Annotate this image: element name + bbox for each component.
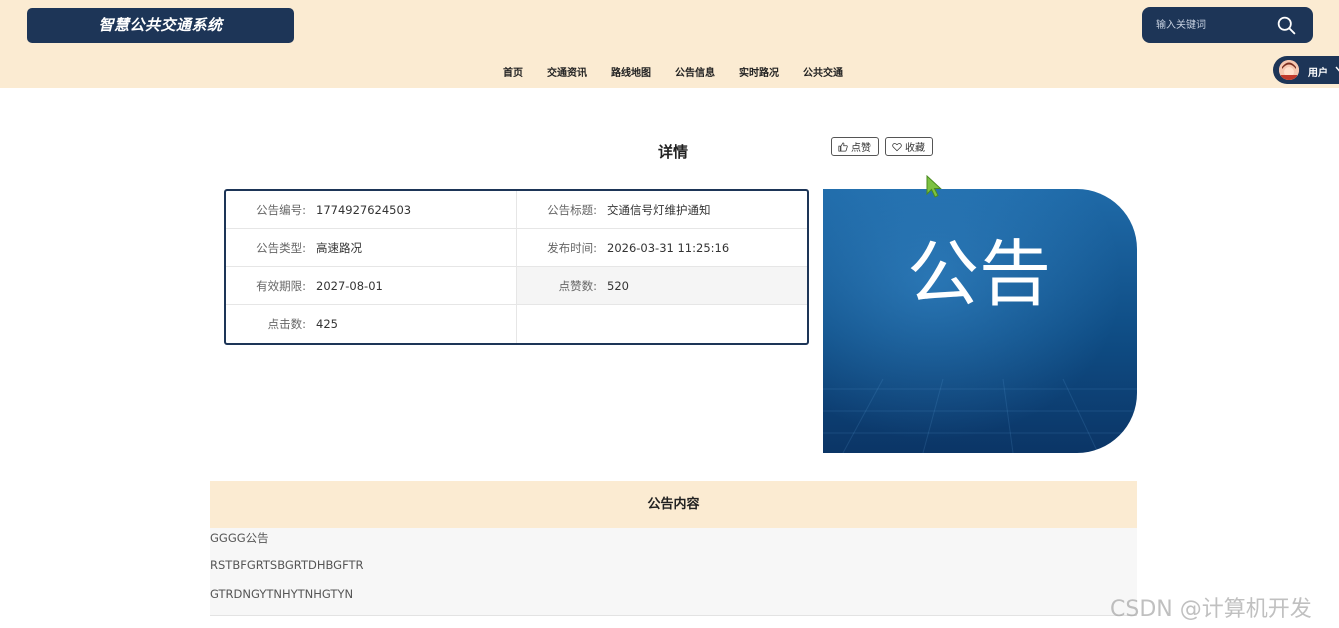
field-value: 2026-03-31 11:25:16 [607,240,730,255]
nav-item-live-traffic[interactable]: 实时路况 [727,64,791,80]
field-expire: 有效期限: 2027-08-01 [226,267,516,305]
field-value: 2027-08-01 [316,278,383,293]
field-label: 公告类型: [256,240,306,255]
favorite-label: 收藏 [905,143,925,154]
field-type: 公告类型: 高速路况 [226,229,516,267]
like-button[interactable]: 点赞 [831,137,879,156]
avatar [1279,60,1299,80]
field-value: 520 [607,278,629,293]
nav-item-notices[interactable]: 公告信息 [663,64,727,80]
nav-item-traffic-news[interactable]: 交通资讯 [535,64,599,80]
field-label: 公告标题: [547,202,597,217]
empty-cell [516,305,807,343]
notice-content: GGGG公告 RSTBFGRTSBGRTDHBGFTR GTRDNGYTNHYT… [210,528,1137,616]
content-line: RSTBFGRTSBGRTDHBGFTR [210,558,364,572]
field-label: 点击数: [267,317,306,331]
nav-item-home[interactable]: 首页 [491,64,535,80]
nav-item-route-map[interactable]: 路线地图 [599,64,663,80]
field-number: 公告编号: 1774927624503 [226,191,516,229]
image-caption: 公告 [907,232,1051,316]
content-line: GTRDNGYTNHYTNHGTYN [210,587,354,601]
field-label: 点赞数: [558,278,597,293]
field-publish-time: 发布时间: 2026-03-31 11:25:16 [516,229,807,267]
user-label: 用户 [1308,68,1328,79]
favorite-button[interactable]: 收藏 [885,137,933,156]
field-value: 1774927624503 [316,202,412,217]
field-label: 公告编号: [256,202,306,217]
field-value: 高速路况 [316,240,362,255]
notice-image: 公告 [823,189,1137,453]
content-line: GGGG公告 [210,531,269,545]
watermark: CSDN @计算机开发 [1110,597,1312,622]
user-menu[interactable]: 用户 [1273,56,1339,84]
heart-icon [892,142,902,151]
field-value: 425 [316,317,338,331]
content-section-title: 公告内容 [210,481,1137,528]
notice-info-table: 公告编号: 1774927624503 公告标题: 交通信号灯维护通知 公告类型… [224,189,809,345]
mouse-cursor-icon [926,175,942,198]
field-likes: 点赞数: 520 [516,267,807,305]
field-value: 交通信号灯维护通知 [607,202,711,217]
search-icon[interactable] [1276,15,1297,36]
site-header: 智慧公共交通系统 首页 交通资讯 路线地图 公告信息 实时路况 公共交通 用户 [0,0,1339,88]
like-label: 点赞 [851,143,871,154]
field-clicks: 点击数: 425 [226,305,516,343]
site-title[interactable]: 智慧公共交通系统 [27,8,294,43]
field-title: 公告标题: 交通信号灯维护通知 [516,191,807,229]
field-label: 有效期限: [256,278,306,293]
nav-item-public-transit[interactable]: 公共交通 [791,64,855,80]
search-input[interactable] [1156,17,1276,33]
thumbs-up-icon [838,141,848,152]
chevron-down-icon [1335,66,1339,72]
page-title: 详情 [657,143,688,161]
main-nav: 首页 交通资讯 路线地图 公告信息 实时路况 公共交通 [491,64,855,80]
field-label: 发布时间: [547,240,597,255]
